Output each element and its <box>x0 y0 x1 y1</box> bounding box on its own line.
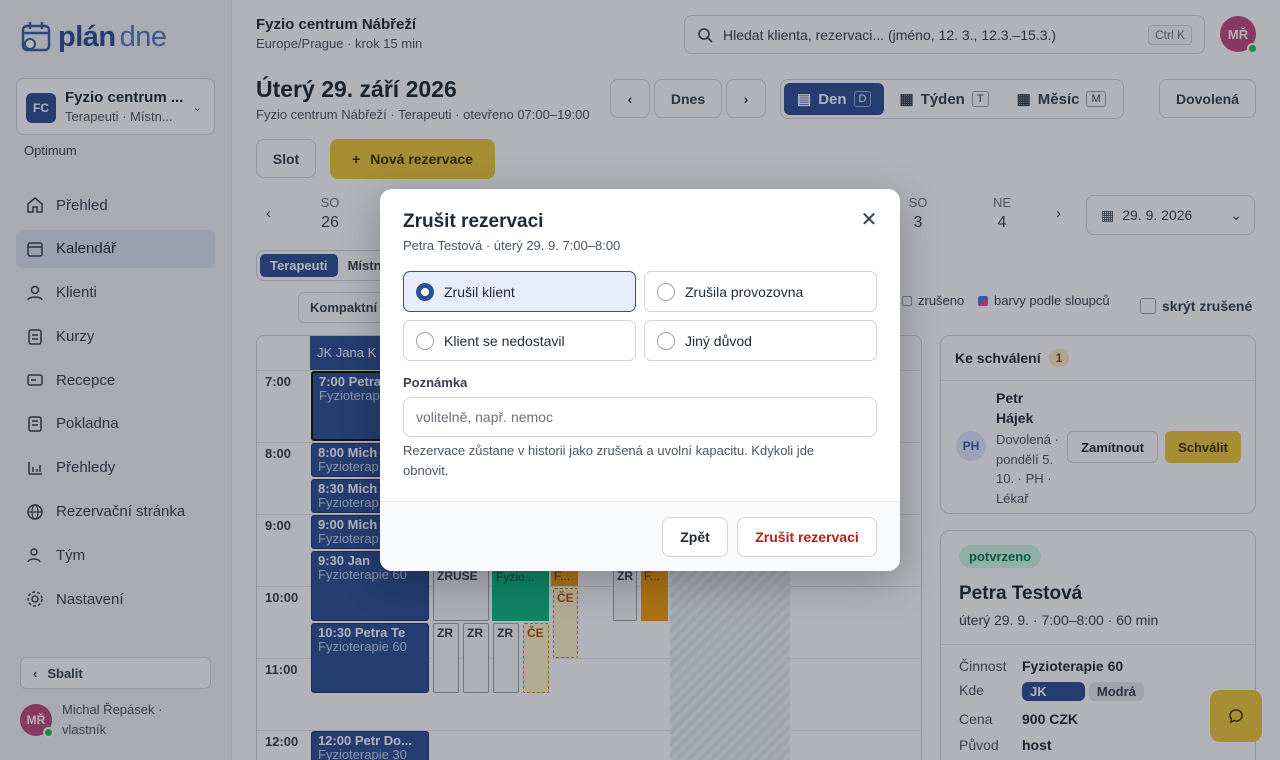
note-input[interactable] <box>403 397 877 437</box>
option-label: Zrušila provozovna <box>685 283 804 300</box>
back-button[interactable]: Zpět <box>662 517 728 557</box>
dialog-footer: Zpět Zrušit rezervaci <box>380 501 900 571</box>
reason-other[interactable]: Jiný důvod <box>644 320 877 361</box>
note-label: Poznámka <box>403 375 468 390</box>
reason-no-show[interactable]: Klient se nedostavil <box>403 320 636 361</box>
cancel-reservation-dialog: Zrušit rezervaci Petra Testová · úterý 2… <box>380 189 900 571</box>
dialog-hint: Rezervace zůstane v historii jako zrušen… <box>403 443 815 478</box>
radio-button[interactable] <box>416 282 434 301</box>
reason-business-cancelled[interactable]: Zrušila provozovna <box>644 271 877 312</box>
radio-button[interactable] <box>657 331 675 350</box>
close-icon[interactable]: ✕ <box>859 207 879 232</box>
dialog-subtitle: Petra Testová · úterý 29. 9. 7:00–8:00 <box>403 238 621 253</box>
option-label: Klient se nedostavil <box>444 332 565 349</box>
confirm-cancel-button[interactable]: Zrušit rezervaci <box>737 517 877 557</box>
radio-button[interactable] <box>657 282 675 301</box>
option-label: Jiný důvod <box>685 332 752 349</box>
radio-button[interactable] <box>416 331 434 350</box>
reason-client-cancelled[interactable]: Zrušil klient <box>403 271 636 312</box>
dialog-title: Zrušit rezervaci <box>403 211 544 232</box>
option-label: Zrušil klient <box>444 283 515 300</box>
